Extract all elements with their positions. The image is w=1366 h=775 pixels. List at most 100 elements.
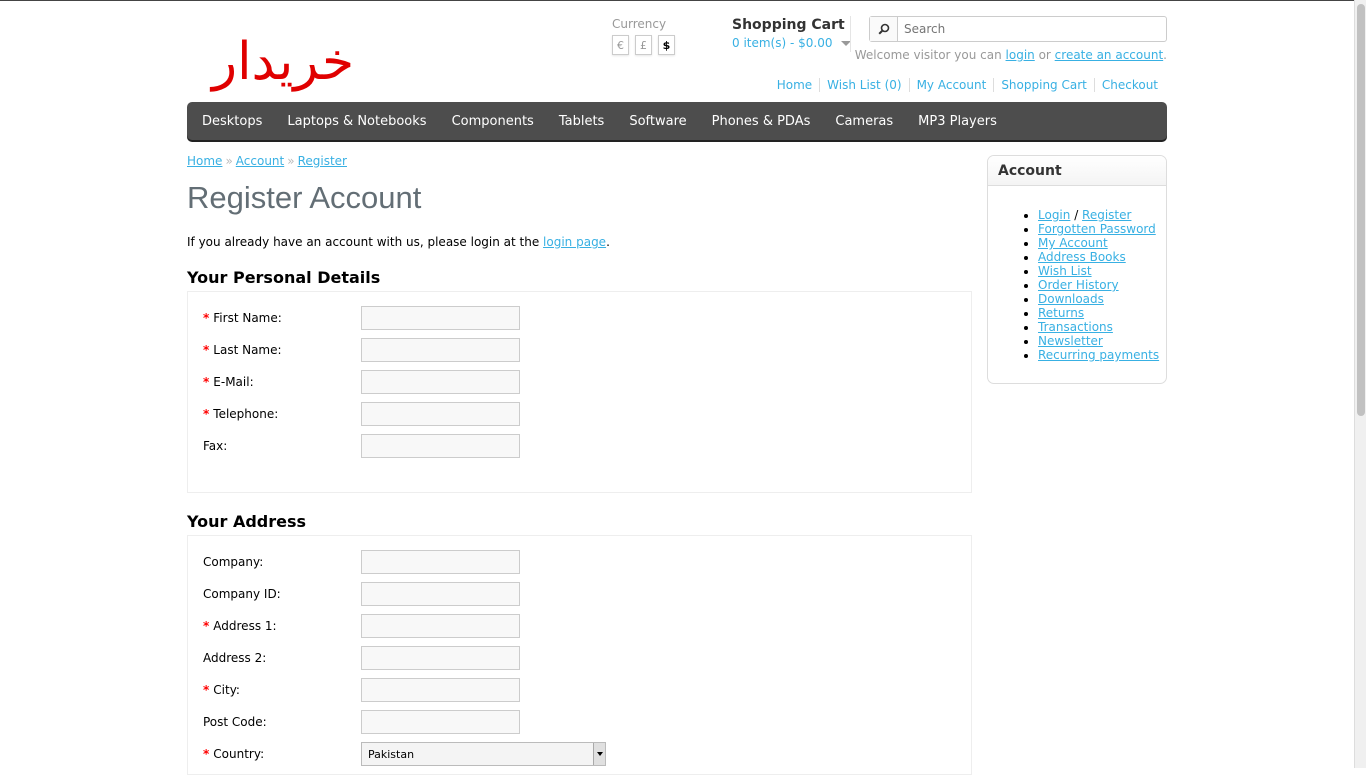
- breadcrumb-register[interactable]: Register: [298, 154, 347, 168]
- sidebar-order-history[interactable]: Order History: [1038, 278, 1119, 292]
- sidebar-item: Address Books: [1038, 250, 1159, 264]
- city-label: City:: [213, 683, 240, 697]
- sidebar-item: Downloads: [1038, 292, 1159, 306]
- store-logo[interactable]: خریدار: [212, 22, 354, 102]
- login-page-link[interactable]: login page: [543, 235, 606, 249]
- search-box: [869, 16, 1167, 42]
- window-top-border: [0, 0, 1366, 1]
- intro-prefix: If you already have an account with us, …: [187, 235, 544, 249]
- sidebar-slash: /: [1070, 208, 1083, 222]
- top-link-checkout[interactable]: Checkout: [1093, 78, 1167, 92]
- create-account-link[interactable]: create an account: [1055, 48, 1164, 62]
- breadcrumb-separator: »: [225, 154, 233, 168]
- sidebar-recurring-payments[interactable]: Recurring payments: [1038, 348, 1159, 362]
- address2-field[interactable]: [361, 646, 520, 670]
- scrollbar-thumb[interactable]: [1357, 4, 1365, 416]
- sidebar-item: Transactions: [1038, 320, 1159, 334]
- sidebar-item: Wish List: [1038, 264, 1159, 278]
- top-link-shopping-cart[interactable]: Shopping Cart: [993, 78, 1094, 92]
- required-mark: *: [203, 311, 210, 325]
- search-icon: [877, 23, 889, 35]
- login-link[interactable]: login: [1006, 48, 1035, 62]
- menu-item-software[interactable]: Software: [629, 114, 686, 129]
- postcode-field[interactable]: [361, 710, 520, 734]
- sidebar-item: Newsletter: [1038, 334, 1159, 348]
- sidebar-item: Recurring payments: [1038, 348, 1159, 362]
- welcome-or: or: [1034, 48, 1055, 62]
- dropdown-arrow-icon[interactable]: [593, 743, 605, 765]
- address1-field[interactable]: [361, 614, 520, 638]
- page-title: Register Account: [187, 180, 422, 215]
- menu-item-components[interactable]: Components: [452, 114, 534, 129]
- top-link-wishlist[interactable]: Wish List (0): [819, 78, 908, 92]
- personal-details-heading: Your Personal Details: [187, 268, 381, 287]
- personal-details-box: * First Name: * Last Name: * E-Mail: * Telep…: [187, 291, 972, 493]
- cart-title: Shopping Cart: [732, 17, 845, 33]
- intro-text: If you already have an account with us, …: [187, 235, 610, 249]
- breadcrumb-separator: »: [287, 154, 295, 168]
- last-name-field[interactable]: [361, 338, 520, 362]
- search-button[interactable]: [870, 17, 898, 41]
- menu-item-tablets[interactable]: Tablets: [559, 114, 605, 129]
- country-value: Pakistan: [368, 747, 415, 761]
- sidebar-forgotten-password[interactable]: Forgotten Password: [1038, 222, 1156, 236]
- currency-dollar-button[interactable]: $: [658, 35, 675, 55]
- sidebar-wish-list[interactable]: Wish List: [1038, 264, 1092, 278]
- country-select[interactable]: Pakistan: [361, 742, 606, 766]
- sidebar-item: Returns: [1038, 306, 1159, 320]
- city-field[interactable]: [361, 678, 520, 702]
- sidebar-returns[interactable]: Returns: [1038, 306, 1084, 320]
- sidebar-transactions[interactable]: Transactions: [1038, 320, 1113, 334]
- sidebar-item: My Account: [1038, 236, 1159, 250]
- menu-item-laptops[interactable]: Laptops & Notebooks: [287, 114, 426, 129]
- menu-item-cameras[interactable]: Cameras: [835, 114, 893, 129]
- sidebar-item-login-register: Login / Register: [1038, 208, 1159, 222]
- cart-widget[interactable]: Shopping Cart 0 item(s) - $0.00: [732, 17, 851, 50]
- menu-item-phones[interactable]: Phones & PDAs: [712, 114, 811, 129]
- company-field[interactable]: [361, 550, 520, 574]
- postcode-label: Post Code:: [203, 715, 267, 729]
- telephone-field[interactable]: [361, 402, 520, 426]
- address1-label: Address 1:: [213, 619, 277, 633]
- sidebar-downloads[interactable]: Downloads: [1038, 292, 1104, 306]
- required-mark: *: [203, 747, 210, 761]
- first-name-field[interactable]: [361, 306, 520, 330]
- currency-pound-button[interactable]: £: [635, 35, 652, 55]
- address-box: Company: Company ID: * Address 1: Address…: [187, 535, 972, 775]
- currency-euro-button[interactable]: €: [612, 35, 629, 55]
- breadcrumb-account[interactable]: Account: [236, 154, 284, 168]
- address-heading: Your Address: [187, 512, 307, 531]
- sidebar-item: Forgotten Password: [1038, 222, 1159, 236]
- required-mark: *: [203, 407, 210, 421]
- chevron-down-icon[interactable]: [840, 40, 851, 46]
- top-link-home[interactable]: Home: [770, 78, 819, 92]
- country-label: Country:: [213, 747, 265, 761]
- search-input[interactable]: [898, 18, 1158, 40]
- company-label: Company:: [203, 555, 264, 569]
- company-id-field[interactable]: [361, 582, 520, 606]
- page-scrollbar[interactable]: [1354, 0, 1366, 768]
- email-label: E-Mail:: [213, 375, 254, 389]
- sidebar-my-account[interactable]: My Account: [1038, 236, 1108, 250]
- top-link-my-account[interactable]: My Account: [908, 78, 994, 92]
- account-sidebar: Account Login / Register Forgotten Passw…: [987, 155, 1167, 384]
- sidebar-login-link[interactable]: Login: [1038, 208, 1070, 222]
- header-divider: [850, 16, 851, 52]
- sidebar-register-link[interactable]: Register: [1082, 208, 1131, 222]
- main-menu: Desktops Laptops & Notebooks Components …: [187, 102, 1167, 140]
- menu-item-desktops[interactable]: Desktops: [202, 114, 262, 129]
- required-mark: *: [203, 343, 210, 357]
- required-mark: *: [203, 375, 210, 389]
- sidebar-title: Account: [988, 156, 1166, 186]
- company-id-label: Company ID:: [203, 587, 281, 601]
- currency-switcher: Currency € £ $: [612, 17, 675, 55]
- sidebar-item: Order History: [1038, 278, 1159, 292]
- breadcrumb-home[interactable]: Home: [187, 154, 222, 168]
- telephone-label: Telephone:: [213, 407, 279, 421]
- sidebar-address-books[interactable]: Address Books: [1038, 250, 1126, 264]
- cart-total[interactable]: 0 item(s) - $0.00: [732, 36, 833, 50]
- fax-field[interactable]: [361, 434, 520, 458]
- sidebar-newsletter[interactable]: Newsletter: [1038, 334, 1103, 348]
- email-field[interactable]: [361, 370, 520, 394]
- menu-item-mp3[interactable]: MP3 Players: [918, 114, 997, 129]
